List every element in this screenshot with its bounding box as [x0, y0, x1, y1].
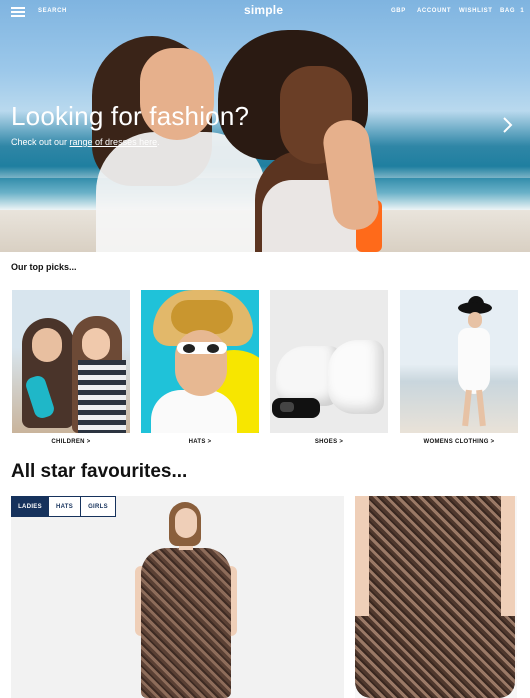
model-leg-left [462, 389, 472, 427]
tab-girls[interactable]: GIRLS [81, 497, 115, 516]
snake-print-dress-closeup [355, 496, 515, 698]
top-nav: SEARCH simple GBP ACCOUNT WISHLIST BAG 1 [0, 0, 530, 24]
pick-card-shoes[interactable] [270, 290, 388, 433]
child-2-striped-top [78, 360, 126, 433]
top-picks-heading: Our top picks... [11, 262, 77, 272]
currency-selector[interactable]: GBP [391, 8, 406, 14]
bag-count-badge: 1 [520, 8, 525, 14]
white-shoe-right [328, 340, 384, 414]
model-arm-right [501, 496, 515, 616]
bag-link[interactable]: BAG 1 [500, 8, 524, 14]
hero-dresses-link[interactable]: range of dresses here [70, 137, 158, 147]
model-face [175, 508, 197, 538]
model-leg-right [476, 389, 486, 427]
hero-subtitle-suffix: . [157, 137, 160, 147]
model-face [468, 312, 482, 328]
sunglasses-lens [280, 402, 294, 412]
child-2-face [82, 328, 110, 360]
favourites-heading: All star favourites... [11, 461, 188, 482]
pick-card-children[interactable] [12, 290, 130, 433]
pick-card-womens-clothing[interactable] [400, 290, 518, 433]
snake-print-dress [141, 548, 231, 698]
tab-ladies[interactable]: LADIES [12, 497, 49, 516]
tab-hats[interactable]: HATS [49, 497, 81, 516]
hero-subtitle: Check out our range of dresses here. [11, 137, 160, 147]
hero-next-arrow-icon[interactable] [499, 114, 515, 136]
pick-label-children[interactable]: CHILDREN > [12, 439, 130, 445]
bag-label: BAG [500, 8, 516, 14]
brand-logo[interactable]: simple [244, 3, 283, 17]
model-arm-left [355, 496, 369, 616]
hat-crown [171, 300, 233, 334]
hero-banner[interactable]: Looking for fashion? Check out our range… [0, 0, 530, 252]
pick-card-hats[interactable] [141, 290, 259, 433]
hero-title: Looking for fashion? [11, 101, 250, 131]
wishlist-link[interactable]: WISHLIST [459, 8, 492, 14]
white-top [151, 390, 237, 433]
account-link[interactable]: ACCOUNT [417, 8, 451, 14]
hero-subtitle-prefix: Check out our [11, 137, 70, 147]
favourites-tabs: LADIES HATS GIRLS [11, 496, 116, 517]
sunglasses-lens-right [207, 344, 219, 353]
pick-label-shoes[interactable]: SHOES > [270, 439, 388, 445]
search-link[interactable]: SEARCH [38, 8, 67, 14]
product-card-2[interactable] [355, 496, 517, 698]
pick-label-hats[interactable]: HATS > [141, 439, 259, 445]
child-1-face [32, 328, 62, 362]
pick-label-womens-clothing[interactable]: WOMENS CLOTHING > [400, 439, 518, 445]
menu-icon[interactable] [11, 7, 25, 17]
product-card-1[interactable] [11, 496, 344, 698]
sunglasses-lens-left [183, 344, 195, 353]
white-dress [458, 328, 490, 394]
model-face [175, 330, 227, 396]
